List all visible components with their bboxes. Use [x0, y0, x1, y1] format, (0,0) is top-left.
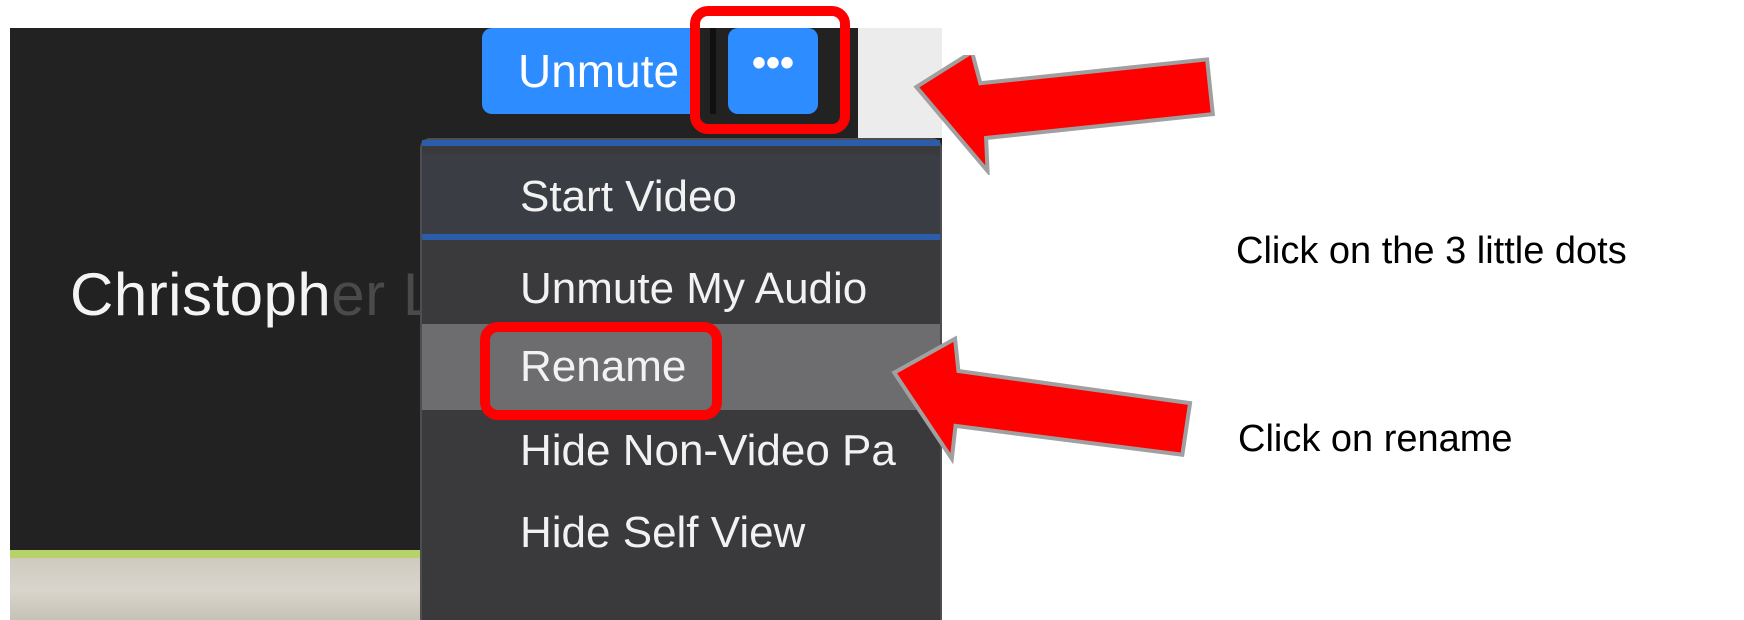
participant-name-visible: Christoph [70, 261, 332, 328]
menu-item-hide-self-view[interactable]: Hide Self View [422, 490, 940, 576]
rename-highlight-box [480, 322, 722, 420]
menu-focus-bar [422, 140, 940, 146]
arrow-to-rename-icon [891, 335, 1193, 465]
unmute-button[interactable]: Unmute [482, 28, 700, 114]
menu-item-hide-non-video[interactable]: Hide Non-Video Pa [422, 408, 940, 494]
menu-item-start-video[interactable]: Start Video [422, 154, 940, 240]
menu-item-unmute-my-audio[interactable]: Unmute My Audio [422, 246, 940, 332]
instruction-step-2: Click on rename [1238, 418, 1513, 460]
dots-highlight-box [690, 6, 850, 134]
instruction-step-1: Click on the 3 little dots [1236, 230, 1627, 272]
arrow-to-dots-icon [913, 55, 1216, 175]
